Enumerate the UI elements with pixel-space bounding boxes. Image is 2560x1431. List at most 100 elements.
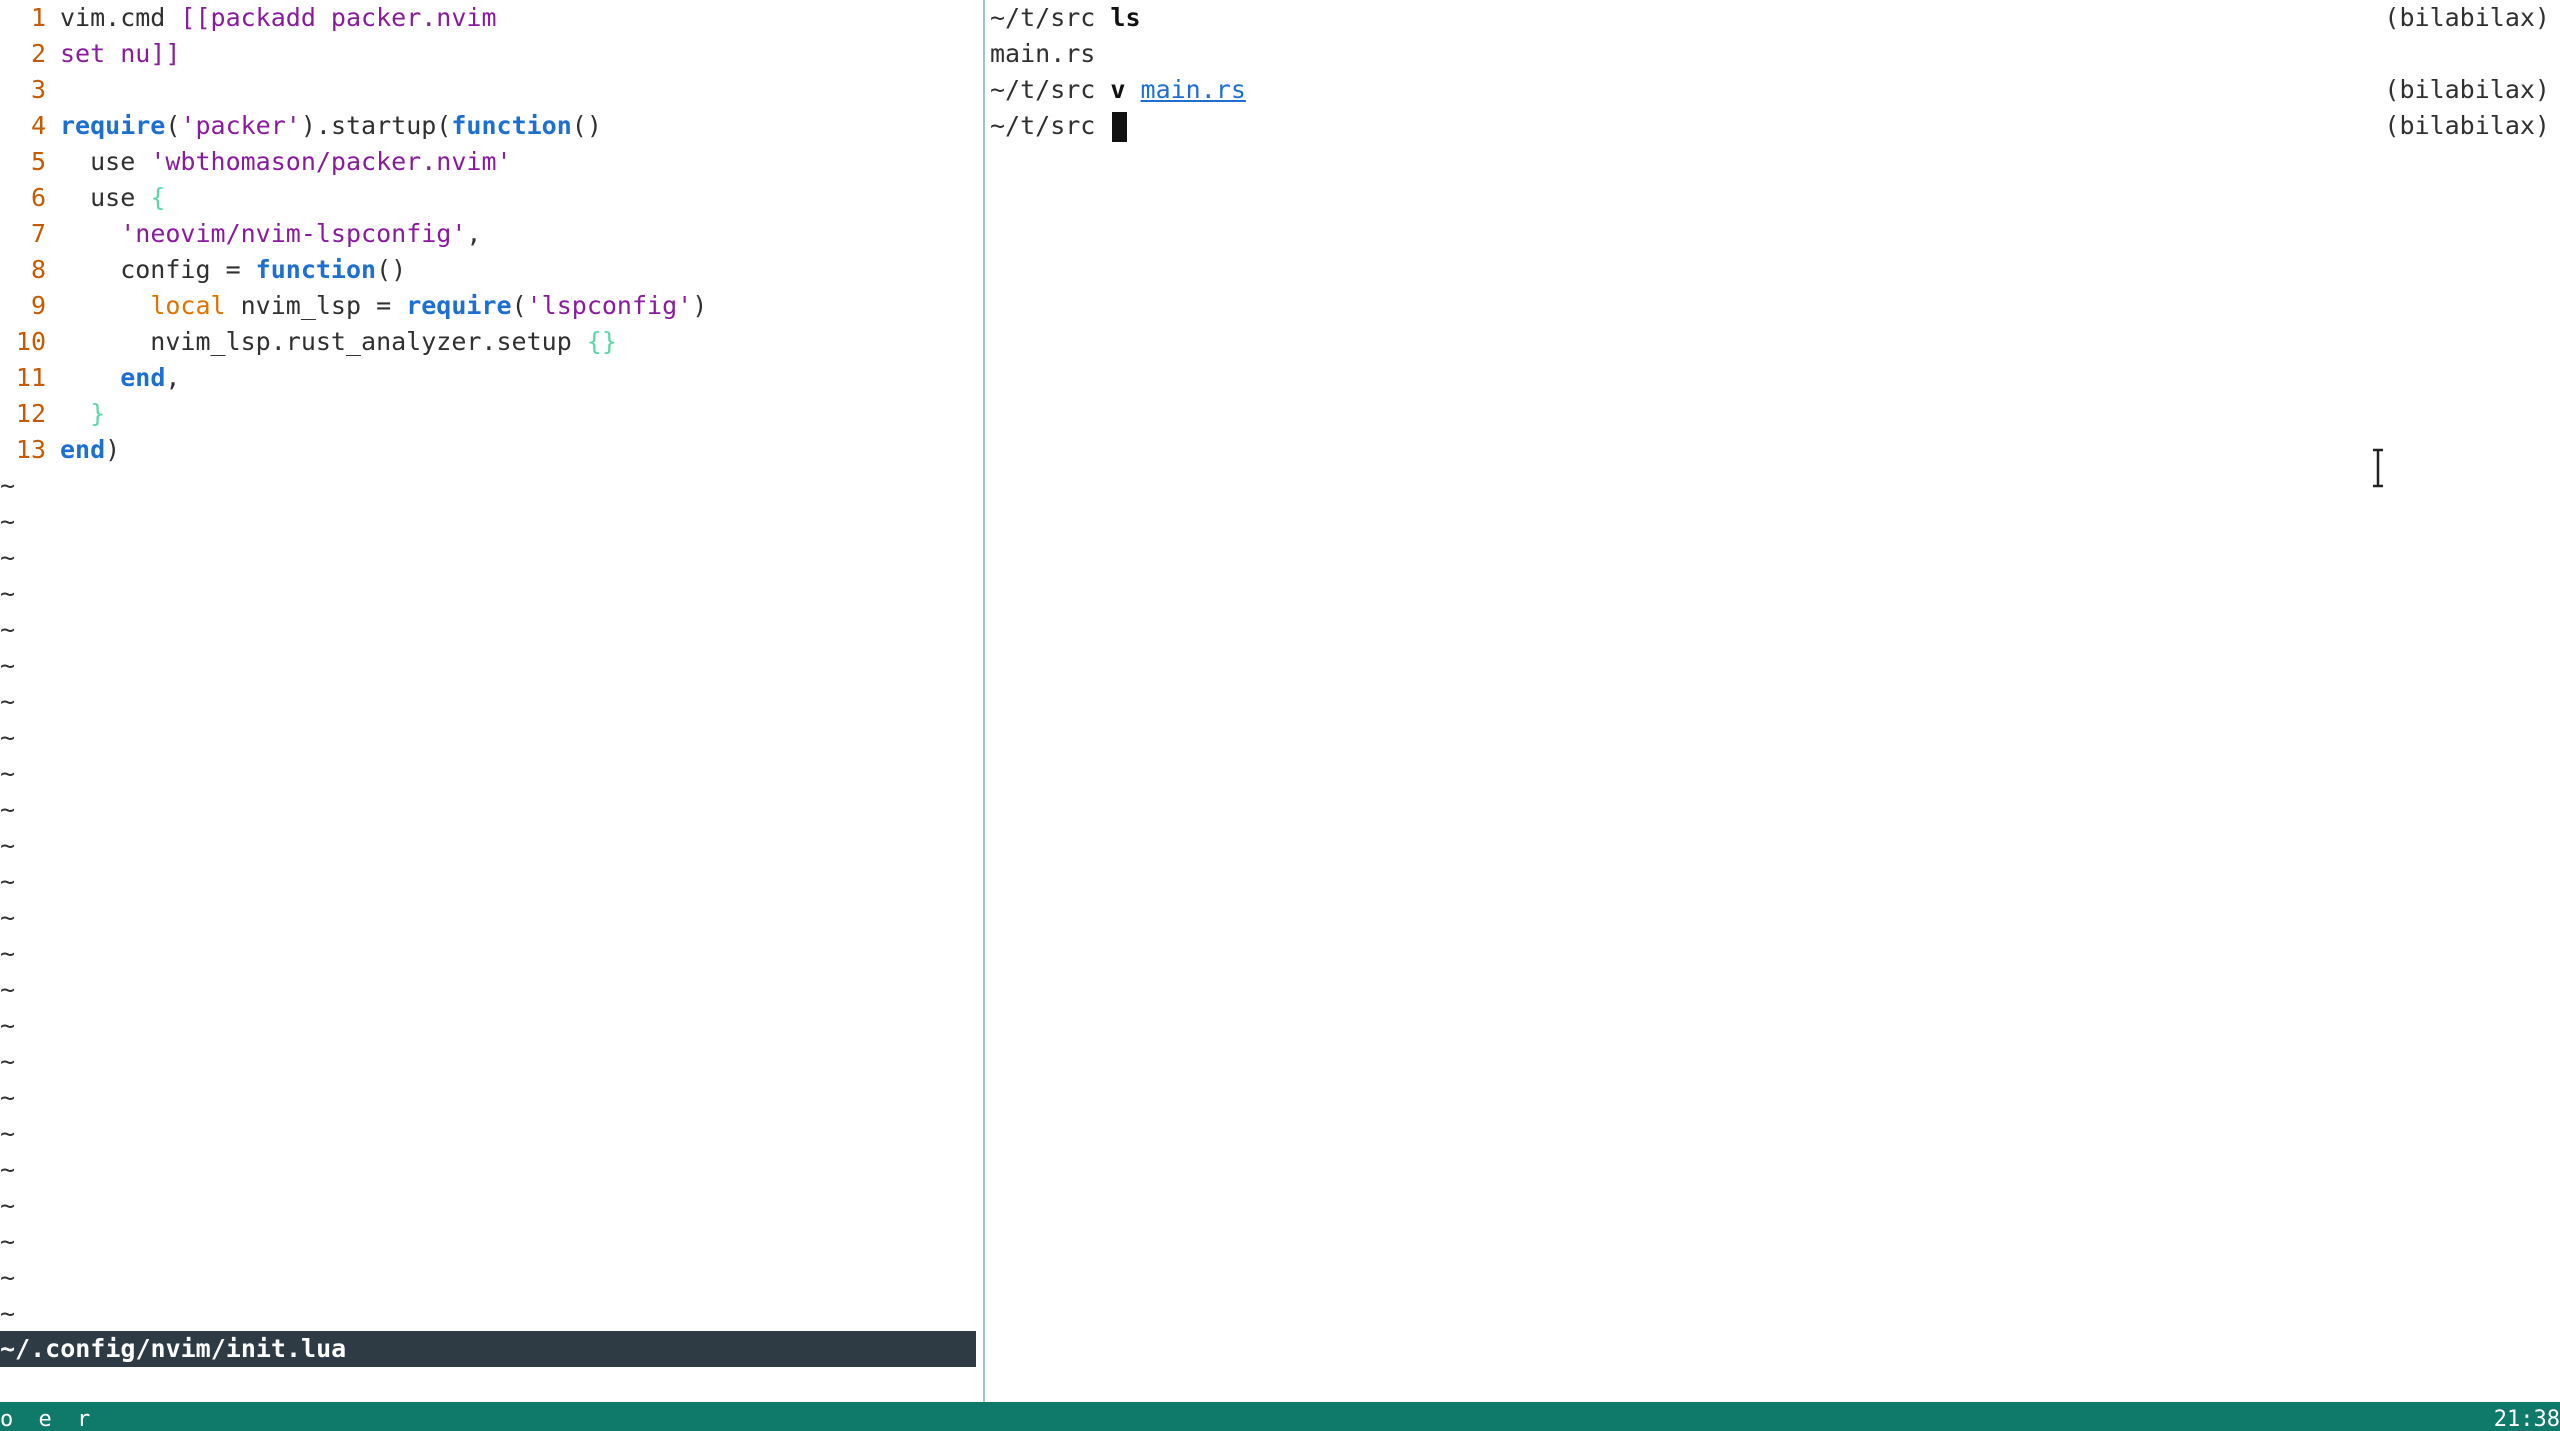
code-line[interactable]: 9 local nvim_lsp = require('lspconfig') [0, 288, 707, 324]
code-line[interactable]: 4 require('packer').startup(function() [0, 108, 602, 144]
code-line[interactable]: 10 nvim_lsp.rust_analyzer.setup {} [0, 324, 617, 360]
code-line[interactable]: 11 end, [0, 360, 181, 396]
empty-line-marker: ~ [0, 1119, 16, 1148]
line-number: 1 [30, 3, 46, 32]
line-number: 10 [15, 327, 46, 356]
line-number: 13 [15, 435, 46, 464]
empty-line-marker: ~ [0, 615, 16, 644]
shell-pane[interactable]: ~/t/src ls (bilabilax) main.rs ~/t/src v ma… [990, 0, 2560, 1402]
code-token: () [571, 111, 602, 140]
code-token: () [376, 255, 407, 284]
shell-hostname: (bilabilax) [2384, 3, 2550, 32]
empty-line-marker: ~ [0, 939, 16, 968]
line-number: 4 [30, 111, 46, 140]
code-line[interactable]: 13 end) [0, 432, 120, 468]
code-token: require [60, 111, 166, 140]
code-token: { [150, 183, 166, 212]
code-token: config = [60, 255, 256, 284]
tmux-clock: 21:38 [2493, 1407, 2560, 1431]
code-token: nvim_lsp = [225, 291, 407, 320]
empty-line-marker: ~ [0, 1047, 16, 1076]
shell-line[interactable]: ~/t/src (bilabilax) [990, 108, 2550, 144]
code-line[interactable]: 3 [0, 72, 60, 108]
line-number: 2 [30, 39, 46, 68]
nvim-statusline: ~/.config/nvim/init.lua [0, 1331, 976, 1367]
empty-line-marker: ~ [0, 723, 16, 752]
shell-line[interactable]: ~/t/src v main.rs (bilabilax) [990, 72, 2550, 108]
code-token: end [60, 435, 106, 464]
code-token: 'neovim/nvim-lspconfig' [120, 219, 467, 248]
code-token: nvim_lsp.rust_analyzer.setup [60, 327, 587, 356]
code-token: vim.cmd [60, 3, 181, 32]
code-line[interactable]: 12 } [0, 396, 105, 432]
line-number: 9 [30, 291, 46, 320]
code-token: , [466, 219, 482, 248]
shell-file-argument[interactable]: main.rs [1141, 75, 1246, 104]
code-line[interactable]: 7 'neovim/nvim-lspconfig', [0, 216, 482, 252]
code-token: [[packadd packer.nvim [180, 3, 497, 32]
pane-divider[interactable] [983, 0, 985, 1402]
code-token: set nu]] [60, 39, 181, 68]
shell-line[interactable]: main.rs [990, 36, 2550, 72]
code-token: , [165, 363, 181, 392]
code-token: {} [586, 327, 617, 356]
line-number: 7 [30, 219, 46, 248]
shell-prompt: ~/t/src [990, 111, 1111, 140]
code-token: ) [692, 291, 708, 320]
code-token: use [60, 147, 151, 176]
empty-line-marker: ~ [0, 1083, 16, 1112]
tmux-status-bar: o e r 21:38 [0, 1402, 2560, 1431]
tmux-window-list[interactable]: o e r [0, 1402, 96, 1431]
code-token: 'wbthomason/packer.nvim' [150, 147, 512, 176]
code-line[interactable]: 8 config = function() [0, 252, 406, 288]
empty-line-marker: ~ [0, 867, 16, 896]
text-cursor-icon [2373, 448, 2383, 488]
code-token: ( [165, 111, 181, 140]
editor-buffer[interactable]: 1 vim.cmd [[packadd packer.nvim 2 set nu]] 3… [0, 0, 980, 1330]
code-token: ).startup( [300, 111, 452, 140]
empty-line-marker: ~ [0, 579, 16, 608]
code-line[interactable]: 1 vim.cmd [[packadd packer.nvim [0, 0, 497, 36]
code-token: use [60, 183, 151, 212]
code-token: ) [105, 435, 121, 464]
code-token: function [451, 111, 572, 140]
empty-line-marker: ~ [0, 1299, 16, 1328]
shell-hostname: (bilabilax) [2384, 111, 2550, 140]
line-number: 12 [15, 399, 46, 428]
shell-prompt: main.rs [990, 39, 1096, 68]
code-line[interactable]: 6 use { [0, 180, 165, 216]
empty-line-marker: ~ [0, 903, 16, 932]
empty-line-marker: ~ [0, 471, 16, 500]
empty-line-marker: ~ [0, 975, 16, 1004]
code-token: ( [511, 291, 527, 320]
empty-line-marker: ~ [0, 687, 16, 716]
empty-line-marker: ~ [0, 795, 16, 824]
shell-prompt: ~/t/src [990, 75, 1111, 104]
code-line[interactable]: 5 use 'wbthomason/packer.nvim' [0, 144, 512, 180]
empty-line-marker: ~ [0, 759, 16, 788]
empty-line-marker: ~ [0, 507, 16, 536]
code-token: } [90, 399, 106, 428]
shell-hostname: (bilabilax) [2384, 75, 2550, 104]
empty-line-marker: ~ [0, 831, 16, 860]
empty-line-marker: ~ [0, 543, 16, 572]
line-number: 8 [30, 255, 46, 284]
line-number: 5 [30, 147, 46, 176]
empty-line-marker: ~ [0, 1263, 16, 1292]
shell-line[interactable]: ~/t/src ls (bilabilax) [990, 0, 2550, 36]
line-number: 6 [30, 183, 46, 212]
code-token: require [406, 291, 512, 320]
terminal-cursor [1112, 112, 1128, 142]
shell-prompt: ~/t/src [990, 3, 1111, 32]
code-token: 'packer' [180, 111, 301, 140]
empty-line-marker: ~ [0, 1155, 16, 1184]
empty-line-marker: ~ [0, 651, 16, 680]
neovim-pane[interactable]: 1 vim.cmd [[packadd packer.nvim 2 set nu]] 3… [0, 0, 980, 1402]
shell-command: v [1110, 75, 1141, 104]
code-line[interactable]: 2 set nu]] [0, 36, 180, 72]
empty-line-marker: ~ [0, 1191, 16, 1220]
